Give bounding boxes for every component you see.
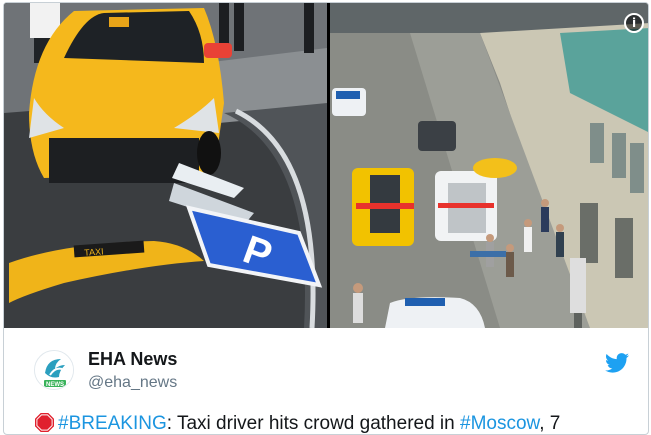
hashtag-moscow[interactable]: #Moscow bbox=[460, 413, 539, 434]
street-ambulance-photo[interactable] bbox=[330, 3, 648, 328]
eha-news-logo: NEWS bbox=[35, 351, 73, 389]
tweet-text-part2: , 7 bbox=[539, 413, 561, 434]
embedded-tweet[interactable]: P TAXI i NEWS EHA News @eha_news #BREAKI… bbox=[3, 2, 649, 435]
taxi-crash-illustration: P TAXI bbox=[4, 3, 327, 328]
twitter-bird-icon[interactable] bbox=[605, 353, 629, 373]
taxi-crash-photo[interactable]: P TAXI bbox=[4, 3, 327, 328]
info-icon[interactable]: i bbox=[624, 13, 644, 33]
avatar[interactable]: NEWS bbox=[34, 350, 74, 390]
bumper-text: TAXI bbox=[84, 246, 104, 257]
stop-sign-icon bbox=[35, 413, 54, 432]
tweet-text-part1: : Taxi driver hits crowd gathered in bbox=[166, 413, 460, 434]
author-name[interactable]: EHA News bbox=[88, 349, 177, 370]
hashtag-breaking[interactable]: #BREAKING bbox=[58, 413, 167, 434]
tweet-media[interactable]: P TAXI i bbox=[4, 3, 648, 328]
tweet-text: #BREAKING: Taxi driver hits crowd gather… bbox=[35, 413, 561, 434]
author-handle[interactable]: @eha_news bbox=[88, 374, 177, 392]
street-scene-illustration bbox=[330, 3, 648, 328]
avatar-badge-text: NEWS bbox=[46, 382, 64, 388]
